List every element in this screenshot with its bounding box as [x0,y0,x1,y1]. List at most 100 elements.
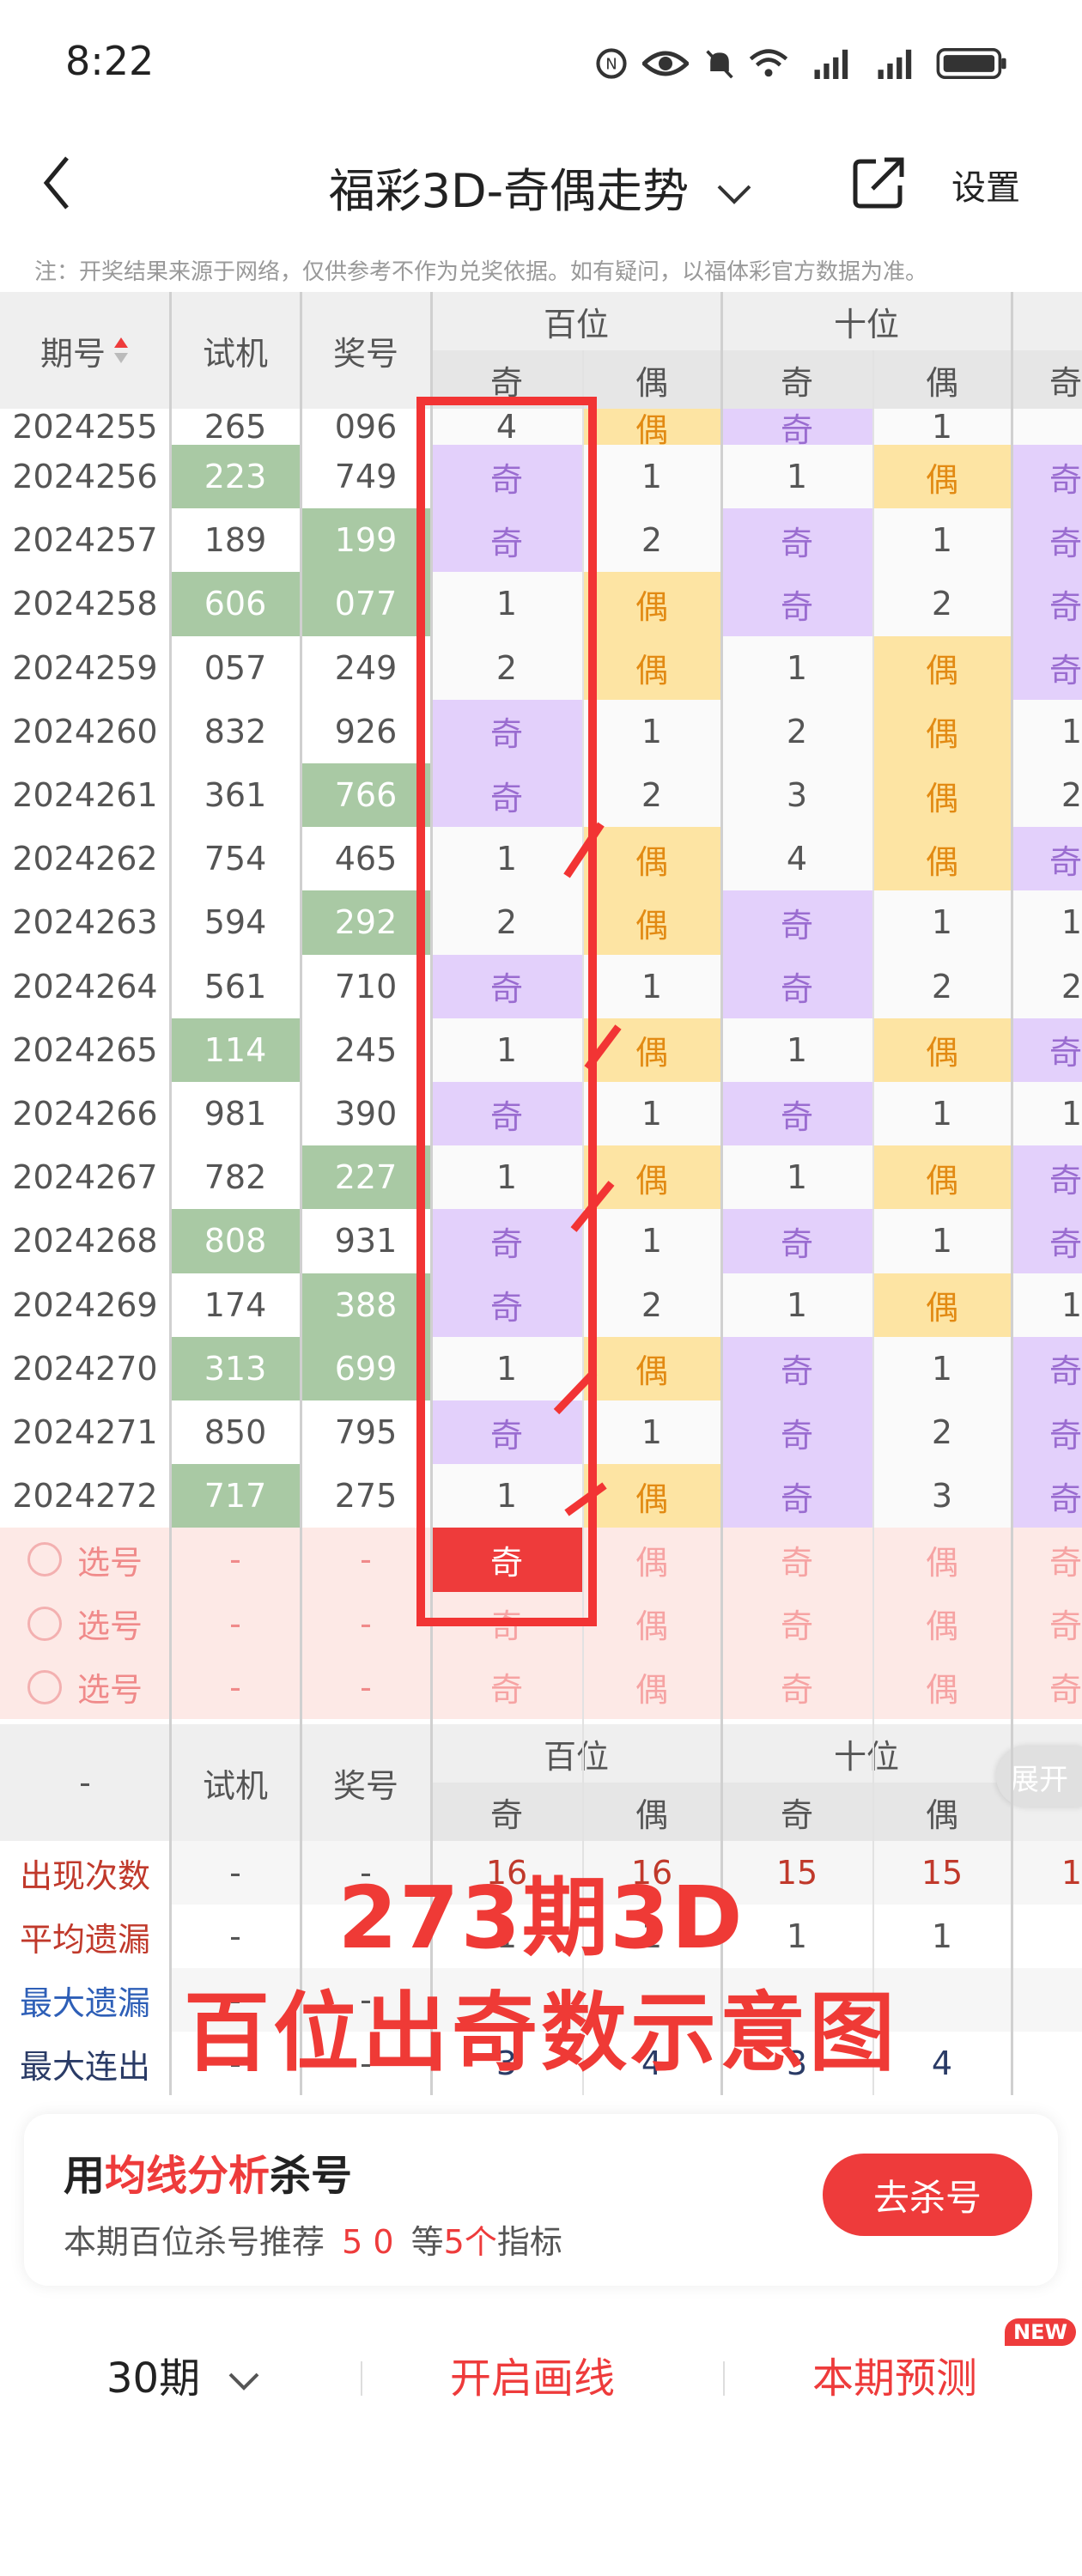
header-sub-even: 偶 [872,350,1012,409]
issue-cell: 2024260 [0,699,170,763]
select-option-cell[interactable]: 偶 [582,1655,721,1719]
radio-icon[interactable] [27,1606,62,1641]
trend-cell-partial: 2 [1012,954,1082,1018]
stats-header-sub: 偶 [872,1783,1012,1841]
trend-cell-even: 1 [872,890,1012,955]
header-draw: 奖号 [301,292,431,409]
draw-cell: 465 [301,827,431,891]
trend-cell-odd: 1 [721,445,872,509]
trial-cell: 313 [170,1336,301,1400]
trend-cell-odd: 4 [721,827,872,891]
select-option-cell[interactable]: 奇 [431,1655,582,1719]
trend-cell-even: 1 [582,1400,721,1465]
trend-cell-even: 2 [582,508,721,573]
trend-cell-partial: 奇 [1012,1464,1082,1528]
trend-cell-even: 偶 [872,635,1012,700]
share-icon[interactable] [852,155,907,210]
column-divider [720,292,723,2095]
trend-cell-even: 偶 [582,572,721,636]
trial-cell: 754 [170,827,301,891]
select-option-cell[interactable]: 奇 [1012,1655,1082,1719]
issue-cell: 2024269 [0,1273,170,1337]
select-option-cell[interactable]: 偶 [872,1528,1012,1592]
trend-cell-partial: 奇 [1012,445,1082,509]
overlay-caption-1: 273期3D [337,1868,745,1968]
select-option-cell[interactable]: 奇 [721,1528,872,1592]
trend-cell-odd: 奇 [721,1336,872,1400]
draw-cell: 390 [301,1082,431,1146]
radio-icon[interactable] [27,1542,62,1577]
select-dash: - [170,1655,301,1719]
header-trial: 试机 [170,292,301,409]
trial-cell: 981 [170,1082,301,1146]
select-option-cell[interactable]: 偶 [582,1528,721,1592]
trend-cell-even: 偶 [582,1145,721,1210]
stats-header-trial: 试机 [170,1724,301,1841]
trend-cell-even: 2 [582,1273,721,1337]
expand-button[interactable]: 展开 [996,1747,1082,1807]
predict-button[interactable]: 本期预测 [812,2344,977,2404]
trend-cell-even: 偶 [582,1018,721,1082]
stats-header-hundreds: 百位 [431,1724,721,1783]
trend-cell-even: 偶 [872,1018,1012,1082]
kill-number-promo[interactable]: 用均线分析杀号 本期百位杀号推荐 5 0 等5个指标 去杀号 [24,2114,1058,2286]
period-selector[interactable]: 30期 [106,2344,261,2404]
trial-cell: 223 [170,445,301,509]
trend-cell-even: 2 [872,572,1012,636]
trend-cell-even: 偶 [582,1464,721,1528]
trend-cell-partial: 奇 [1012,827,1082,891]
page-title[interactable]: 福彩3D-奇偶走势 [0,153,1082,221]
trend-cell-odd: 奇 [721,572,872,636]
select-option-cell[interactable]: 偶 [872,1591,1012,1656]
draw-cell: 199 [301,508,431,573]
trend-cell-even: 2 [872,1400,1012,1465]
trend-cell-even: 1 [582,954,721,1018]
settings-button[interactable]: 设置 [951,160,1020,210]
select-row-label[interactable]: 选号 [0,1528,170,1592]
select-option-cell[interactable]: 偶 [872,1655,1012,1719]
trend-cell-odd: 奇 [721,508,872,573]
issue-cell: 2024265 [0,1018,170,1082]
kill-number-button[interactable]: 去杀号 [823,2154,1032,2236]
draw-cell: 931 [301,1209,431,1273]
trend-cell-even: 偶 [872,763,1012,828]
battery-icon [936,48,1006,79]
trend-cell-odd: 奇 [721,1082,872,1146]
period-label: 30期 [106,2354,201,2403]
trial-cell: 594 [170,890,301,955]
select-row-label[interactable]: 选号 [0,1591,170,1656]
trend-cell-even: 偶 [582,890,721,955]
trend-cell-even: 偶 [872,1273,1012,1337]
issue-cell: 2024257 [0,508,170,573]
trend-cell-partial: 奇 [1012,508,1082,573]
select-label: 选号 [76,1543,143,1582]
trial-cell: 782 [170,1145,301,1210]
promo-highlight: 均线分析 [105,2152,270,2200]
eye-icon [642,51,689,76]
stats-header-tens: 十位 [721,1724,1012,1783]
issue-cell: 2024272 [0,1464,170,1528]
draw-line-button[interactable]: 开启画线 [450,2344,615,2404]
select-option-cell[interactable]: 偶 [582,1591,721,1656]
select-option-cell[interactable]: 奇 [1012,1528,1082,1592]
select-option-cell[interactable]: 奇 [721,1655,872,1719]
trial-cell: 717 [170,1464,301,1528]
trend-cell-odd: 1 [721,1273,872,1337]
trend-cell-odd: 奇 [721,954,872,1018]
header-issue[interactable]: 期号 [0,292,170,409]
issue-cell: 2024264 [0,954,170,1018]
stats-header-draw: 奖号 [301,1724,431,1841]
radio-icon[interactable] [27,1669,62,1704]
select-option-cell[interactable]: 奇 [1012,1591,1082,1656]
header-sub-odd-partial: 奇 [1012,350,1082,409]
select-option-cell[interactable]: 奇 [721,1591,872,1656]
trial-cell: 606 [170,572,301,636]
promo-title: 用均线分析杀号 [64,2142,352,2202]
draw-cell: 710 [301,954,431,1018]
trend-cell-even: 偶 [582,635,721,700]
trend-cell-even: 1 [582,1082,721,1146]
trend-cell-partial: 奇 [1012,572,1082,636]
trial-cell: 174 [170,1273,301,1337]
select-row-label[interactable]: 选号 [0,1655,170,1719]
disclaimer-notice: 注：开奖结果来源于网络，仅供参考不作为兑奖依据。如有疑问，以福体彩官方数据为准。 [34,259,928,285]
